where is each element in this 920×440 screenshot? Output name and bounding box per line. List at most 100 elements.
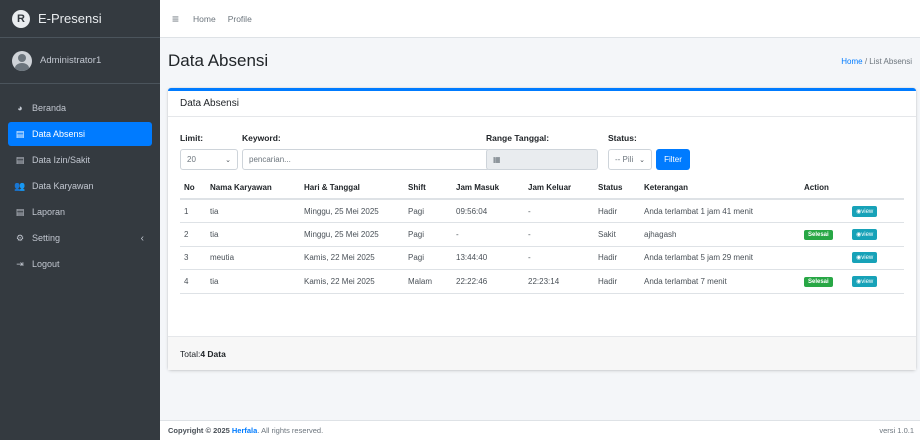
avatar	[12, 50, 32, 71]
cell-shift: Pagi	[404, 222, 452, 247]
sidebar-item-laporan[interactable]: ▤ Laporan	[8, 200, 152, 224]
chevron-down-icon: ⌄	[639, 156, 645, 164]
chevron-left-icon: ‹	[140, 232, 144, 244]
status-value: -- Pili	[615, 155, 634, 164]
breadcrumb: Home / List Absensi	[841, 57, 912, 66]
limit-select[interactable]: 20 ⌄	[180, 149, 238, 170]
cell-jam-masuk: 09:56:04	[452, 199, 524, 223]
range-tanggal-label: Range Tanggal:	[486, 133, 550, 143]
table-header-row: No Nama Karyawan Hari & Tanggal Shift Ja…	[180, 177, 904, 200]
cell-shift: Pagi	[404, 199, 452, 223]
date-range-input[interactable]: ▦	[486, 149, 598, 170]
cell-tanggal: Minggu, 25 Mei 2025	[300, 199, 404, 223]
cell-status: Hadir	[594, 269, 640, 294]
card-title: Data Absensi	[168, 91, 916, 117]
chevron-down-icon: ⌄	[225, 156, 231, 164]
logout-icon: ⇥	[16, 258, 24, 269]
keyword-placeholder: pencarian...	[249, 155, 291, 164]
copyright-prefix: Copyright © 2025	[168, 426, 232, 435]
view-button[interactable]: ◉view	[852, 252, 878, 264]
view-label: view	[861, 231, 874, 238]
nav-link-profile[interactable]: Profile	[228, 14, 252, 24]
view-button[interactable]: ◉view	[852, 228, 878, 240]
col-header-empty	[848, 177, 904, 200]
filter-bar: Limit: 20 ⌄ Keyword: pencarian... Range …	[180, 127, 904, 175]
col-header: Keterangan	[640, 177, 800, 200]
breadcrumb-home[interactable]: Home	[841, 57, 862, 66]
cell-keterangan: ajhagash	[640, 222, 800, 247]
status-label: Status:	[608, 133, 637, 143]
col-header: Jam Masuk	[452, 177, 524, 200]
cell-no: 4	[180, 269, 206, 294]
status-select[interactable]: -- Pili ⌄	[608, 149, 652, 170]
user-panel[interactable]: Administrator1	[0, 38, 160, 84]
menu-icon[interactable]: ≡	[172, 12, 179, 26]
view-label: view	[861, 208, 874, 215]
col-header: Nama Karyawan	[206, 177, 300, 200]
sidebar-item-label: Data Izin/Sakit	[32, 155, 91, 165]
filter-button[interactable]: Filter	[656, 149, 690, 170]
limit-label: Limit:	[180, 133, 204, 143]
version-label: versi 1.0.1	[879, 426, 914, 435]
keyword-input[interactable]: pencarian...	[242, 149, 490, 170]
col-header: No	[180, 177, 206, 200]
view-label: view	[861, 255, 874, 262]
cell-shift: Malam	[404, 269, 452, 294]
cell-tanggal: Kamis, 22 Mei 2025	[300, 246, 404, 270]
nav-link-home[interactable]: Home	[193, 14, 216, 24]
cell-jam-keluar: 22:23:14	[524, 269, 594, 294]
list-icon: ▤	[15, 128, 25, 139]
cell-status: Sakit	[594, 222, 640, 247]
cell-view: ◉view	[848, 246, 904, 270]
cell-no: 3	[180, 246, 206, 270]
cell-jam-keluar: -	[524, 246, 594, 270]
page-footer: Copyright © 2025 Herfala. All rights res…	[160, 420, 920, 440]
brand[interactable]: R E-Presensi	[0, 0, 160, 38]
table-row: 3 meutia Kamis, 22 Mei 2025 Pagi 13:44:4…	[180, 246, 904, 270]
database-icon: ▤	[15, 154, 25, 165]
sidebar-item-beranda[interactable]: ◕ Beranda	[8, 96, 152, 120]
total-prefix: Total:	[180, 348, 201, 359]
view-button[interactable]: ◉view	[852, 275, 878, 287]
table-row: 2 tia Minggu, 25 Mei 2025 Pagi - - Sakit…	[180, 222, 904, 247]
view-label: view	[861, 278, 874, 285]
sidebar-item-data-absensi[interactable]: ▤ Data Absensi	[8, 122, 152, 146]
cogs-icon: ⚙	[15, 232, 25, 243]
view-button[interactable]: ◉view	[852, 205, 878, 217]
cell-keterangan: Anda terlambat 7 menit	[640, 269, 800, 294]
brand-name: E-Presensi	[38, 11, 102, 26]
sidebar-item-setting[interactable]: ⚙ Setting ‹	[8, 226, 152, 250]
breadcrumb-current: List Absensi	[869, 56, 912, 66]
footer-brand-link[interactable]: Herfala	[232, 426, 257, 435]
cell-jam-masuk: -	[452, 222, 524, 247]
limit-value: 20	[187, 155, 196, 164]
sidebar-item-label: Laporan	[32, 207, 66, 217]
cell-view: ◉view	[848, 269, 904, 294]
cell-nama: tia	[206, 222, 300, 247]
sidebar-item-data-karyawan[interactable]: 👥 Data Karyawan	[8, 174, 152, 198]
users-icon: 👥	[14, 180, 26, 191]
cell-action	[800, 246, 848, 270]
cell-view: ◉view	[848, 199, 904, 223]
col-header: Hari & Tanggal	[300, 177, 404, 200]
cell-keterangan: Anda terlambat 5 jam 29 menit	[640, 246, 800, 270]
card-footer: Total: 4 Data	[168, 336, 916, 370]
cell-keterangan: Anda terlambat 1 jam 41 menit	[640, 199, 800, 223]
col-header: Status	[594, 177, 640, 200]
table-row: 1 tia Minggu, 25 Mei 2025 Pagi 09:56:04 …	[180, 199, 904, 223]
sidebar-item-label: Beranda	[32, 103, 67, 113]
content-header: Data Absensi Home / List Absensi	[160, 38, 920, 84]
brand-logo-icon: R	[12, 9, 30, 28]
copyright-suffix: . All rights reserved.	[257, 426, 324, 435]
sidebar-item-logout[interactable]: ⇥ Logout	[8, 252, 152, 276]
cell-action: Selesai	[800, 222, 848, 247]
sidebar-item-data-izin-sakit[interactable]: ▤ Data Izin/Sakit	[8, 148, 152, 172]
cell-action: Selesai	[800, 269, 848, 294]
cell-no: 1	[180, 199, 206, 223]
cell-nama: tia	[206, 269, 300, 294]
sidebar-item-label: Setting	[32, 233, 61, 243]
sidebar-nav: ◕ Beranda ▤ Data Absensi ▤ Data Izin/Sak…	[0, 84, 160, 276]
absensi-table: No Nama Karyawan Hari & Tanggal Shift Ja…	[180, 177, 904, 294]
sidebar-item-label: Logout	[32, 259, 60, 269]
status-badge: Selesai	[804, 229, 833, 240]
